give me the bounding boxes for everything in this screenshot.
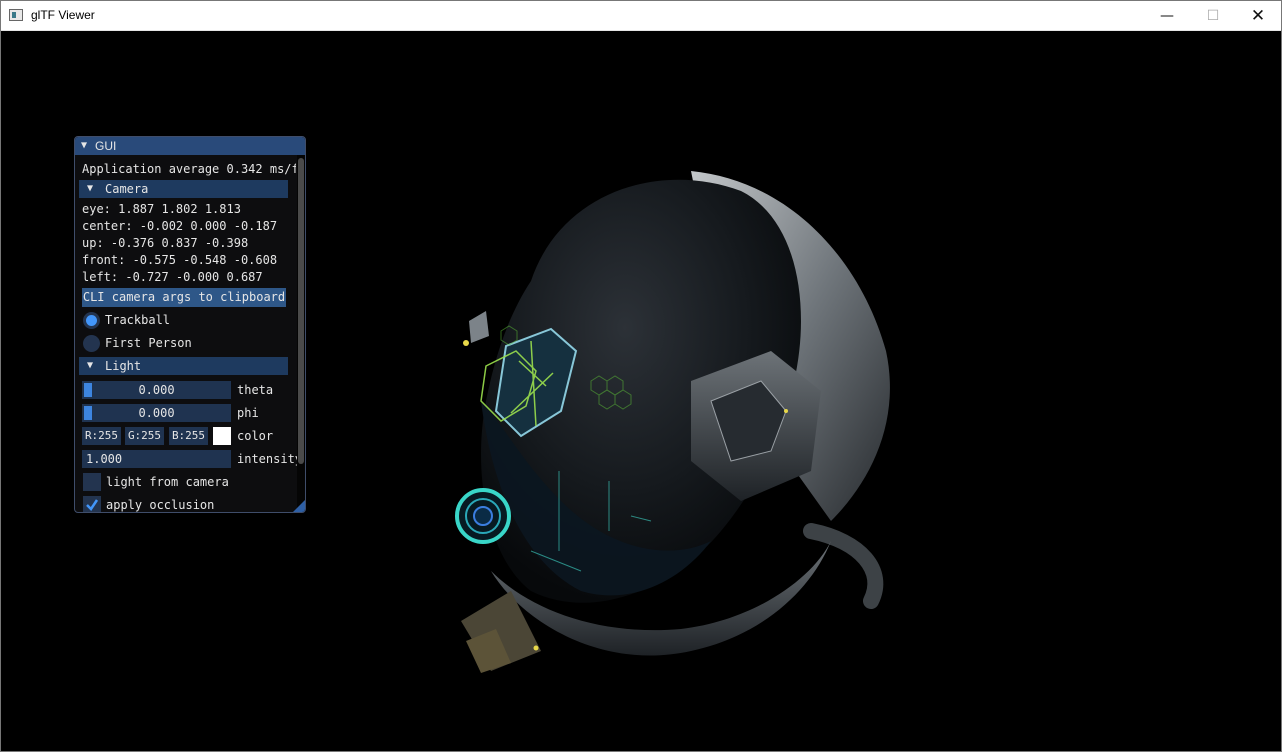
helmet-model — [455, 171, 890, 673]
gui-content: Application average 0.342 ms/frame ▼ Cam… — [75, 155, 297, 512]
trackball-label[interactable]: Trackball — [105, 312, 170, 329]
apply-occlusion-label[interactable]: apply occlusion — [106, 496, 214, 512]
light-header-label: Light — [105, 359, 142, 373]
camera-collapse-arrow-icon: ▼ — [87, 183, 94, 194]
resize-grip-icon[interactable] — [293, 500, 305, 512]
phi-label: phi — [237, 406, 259, 420]
color-blue-field[interactable]: B:255 — [169, 427, 208, 445]
first-person-radio[interactable] — [83, 335, 100, 352]
theta-value: 0.000 — [138, 383, 175, 397]
minimize-button[interactable]: — — [1144, 1, 1190, 31]
close-button[interactable]: ✕ — [1235, 1, 1281, 31]
trackball-radio[interactable] — [83, 312, 100, 329]
camera-up: up: -0.376 0.837 -0.398 — [82, 236, 249, 250]
fps-text: Application average 0.342 ms/frame — [82, 162, 296, 176]
app-icon — [9, 9, 23, 21]
phi-slider[interactable]: 0.000 — [82, 404, 231, 422]
theta-slider-grab[interactable] — [84, 383, 92, 397]
camera-left: left: -0.727 -0.000 0.687 — [82, 270, 263, 284]
intensity-input[interactable]: 1.000 — [82, 450, 231, 468]
first-person-label[interactable]: First Person — [105, 335, 192, 352]
light-from-camera-checkbox[interactable] — [83, 473, 101, 491]
camera-eye: eye: 1.887 1.802 1.813 — [82, 202, 241, 216]
theta-slider[interactable]: 0.000 — [82, 381, 231, 399]
light-collapse-arrow-icon: ▼ — [87, 360, 94, 371]
maximize-button[interactable]: ☐ — [1190, 1, 1236, 31]
camera-front: front: -0.575 -0.548 -0.608 — [82, 253, 278, 267]
checkmark-icon — [86, 499, 99, 511]
intensity-label: intensity — [237, 452, 297, 466]
light-section-header[interactable]: ▼ Light — [79, 357, 288, 375]
gui-scrollbar[interactable] — [297, 155, 305, 512]
apply-occlusion-checkbox[interactable] — [83, 496, 101, 512]
copy-camera-args-button[interactable]: CLI camera args to clipboard — [82, 288, 286, 307]
color-red-field[interactable]: R:255 — [82, 427, 121, 445]
collapse-arrow-icon[interactable]: ▼ — [81, 137, 87, 155]
color-green-field[interactable]: G:255 — [125, 427, 164, 445]
camera-center: center: -0.002 0.000 -0.187 — [82, 219, 278, 233]
camera-section-header[interactable]: ▼ Camera — [79, 180, 288, 198]
light-from-camera-label[interactable]: light from camera — [106, 473, 229, 491]
gui-title: GUI — [95, 139, 117, 153]
camera-header-label: Camera — [105, 182, 149, 196]
gui-panel[interactable]: ▼ GUI Application average 0.342 ms/frame… — [74, 136, 306, 513]
gui-title-bar[interactable]: ▼ GUI — [75, 137, 305, 155]
app-window: glTF Viewer — ☐ ✕ ▼ GUI Application aver… — [0, 0, 1282, 752]
title-bar[interactable]: glTF Viewer — ☐ ✕ — [1, 1, 1281, 31]
theta-label: theta — [237, 383, 274, 397]
color-label: color — [237, 429, 274, 443]
phi-slider-grab[interactable] — [84, 406, 92, 420]
color-swatch[interactable] — [213, 427, 231, 445]
gui-scrollbar-thumb[interactable] — [298, 158, 304, 464]
window-title: glTF Viewer — [31, 8, 95, 22]
phi-value: 0.000 — [138, 406, 175, 420]
